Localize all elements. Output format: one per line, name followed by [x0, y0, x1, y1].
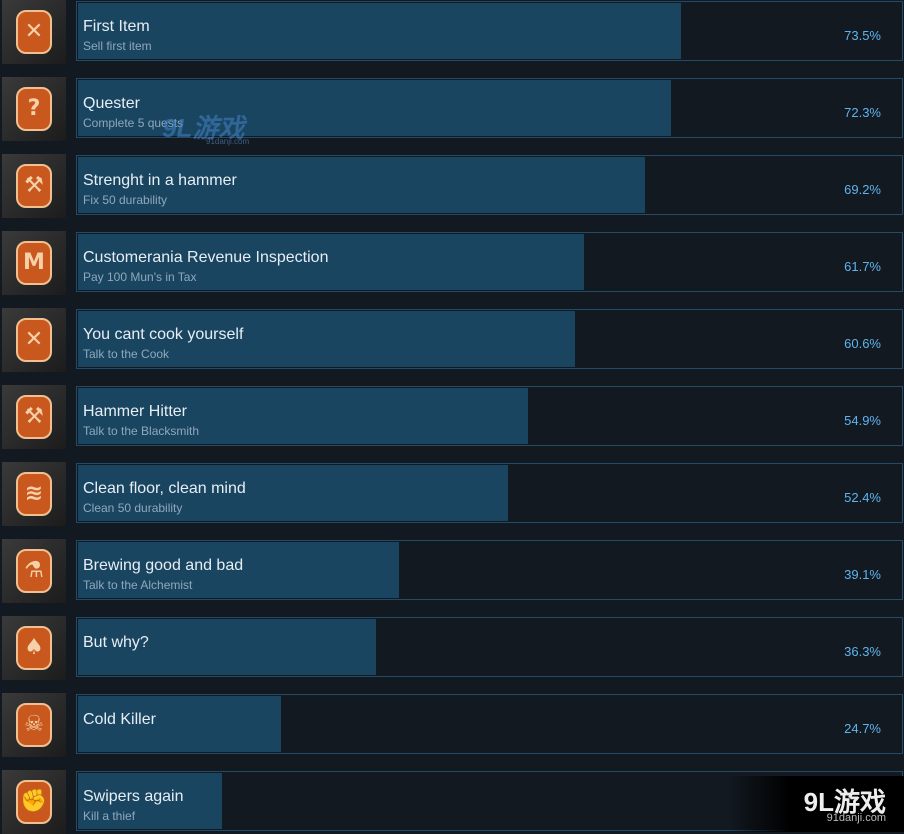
- achievement-row[interactable]: ♠ But why? 36.3%: [0, 616, 904, 680]
- achievement-title: But why?: [83, 634, 149, 651]
- achievement-percent: 24.7%: [844, 721, 881, 736]
- icon-glyph: ✊: [20, 789, 48, 814]
- achievement-row[interactable]: ≋ Clean floor, clean mind Clean 50 durab…: [0, 462, 904, 526]
- icon-glyph: ⚗: [24, 558, 44, 583]
- icon-glyph: ≋: [24, 481, 44, 506]
- achievement-title: Swipers again: [83, 788, 184, 805]
- flask-icon: ⚗: [2, 539, 66, 603]
- achievement-percent: 69.2%: [844, 182, 881, 197]
- achievement-title: First Item: [83, 18, 150, 35]
- achievement-title: Brewing good and bad: [83, 557, 244, 574]
- achievement-description: Sell first item: [83, 39, 152, 53]
- achievement-row[interactable]: ⚗ Brewing good and bad Talk to the Alche…: [0, 539, 904, 603]
- achievement-box: Customerania Revenue Inspection Pay 100 …: [76, 232, 903, 292]
- achievement-row[interactable]: ✕ First Item Sell first item 73.5%: [0, 0, 904, 64]
- achievement-description: Pay 100 Mun's in Tax: [83, 270, 197, 284]
- achievement-title: Strenght in a hammer: [83, 172, 237, 189]
- quest-scroll-icon: ?: [2, 77, 66, 141]
- achievement-title: Quester: [83, 95, 140, 112]
- achievement-percent: 54.9%: [844, 413, 881, 428]
- achievement-box: Cold Killer 24.7%: [76, 694, 903, 754]
- achievement-description: Clean 50 durability: [83, 501, 183, 515]
- achievement-description: Fix 50 durability: [83, 193, 168, 207]
- icon-glyph: ✕: [24, 19, 44, 44]
- achievement-percent: 39.1%: [844, 567, 881, 582]
- achievement-box: But why? 36.3%: [76, 617, 903, 677]
- achievement-title: Clean floor, clean mind: [83, 480, 246, 497]
- chef-hat-icon: ✕: [2, 308, 66, 372]
- achievement-title: Hammer Hitter: [83, 403, 188, 420]
- achievement-percent: 60.6%: [844, 336, 881, 351]
- achievement-title: Cold Killer: [83, 711, 156, 728]
- achievement-description: Talk to the Blacksmith: [83, 424, 200, 438]
- watermark-corner-url: 91danji.com: [826, 812, 886, 824]
- hammer-icon: ⚒: [2, 154, 66, 218]
- icon-glyph: M: [23, 250, 45, 275]
- achievement-percent: 61.7%: [844, 259, 881, 274]
- achievement-row[interactable]: ⚒ Strenght in a hammer Fix 50 durability…: [0, 154, 904, 218]
- icon-glyph: ⚒: [24, 173, 44, 198]
- achievement-row[interactable]: ⚒ Hammer Hitter Talk to the Blacksmith 5…: [0, 385, 904, 449]
- watermark-corner: 9L游戏 91danji.com: [728, 776, 904, 832]
- anvil-icon: ⚒: [2, 385, 66, 449]
- burning-tree-icon: ♠: [2, 616, 66, 680]
- achievement-box: Clean floor, clean mind Clean 50 durabil…: [76, 463, 903, 523]
- watermark-url: 91danji.com: [206, 137, 250, 146]
- icon-glyph: ?: [27, 96, 41, 121]
- achievement-description: Talk to the Alchemist: [83, 578, 193, 592]
- broom-icon: ≋: [2, 462, 66, 526]
- potion-bottle-icon: ✕: [2, 0, 66, 64]
- fallen-body-icon: ☠: [2, 693, 66, 757]
- achievement-title: Customerania Revenue Inspection: [83, 249, 329, 266]
- achievement-title: You cant cook yourself: [83, 326, 244, 343]
- icon-glyph: ♠: [24, 635, 44, 660]
- icon-glyph: ✕: [24, 327, 44, 352]
- achievement-box: Brewing good and bad Talk to the Alchemi…: [76, 540, 903, 600]
- progress-bar: [78, 3, 681, 59]
- icon-glyph: ☠: [24, 712, 44, 737]
- achievement-box: Hammer Hitter Talk to the Blacksmith 54.…: [76, 386, 903, 446]
- achievement-row[interactable]: M Customerania Revenue Inspection Pay 10…: [0, 231, 904, 295]
- achievement-percent: 52.4%: [844, 490, 881, 505]
- achievement-row[interactable]: ✕ You cant cook yourself Talk to the Coo…: [0, 308, 904, 372]
- achievement-description: Kill a thief: [83, 809, 136, 823]
- achievement-box: First Item Sell first item 73.5%: [76, 1, 903, 61]
- achievement-box: Strenght in a hammer Fix 50 durability 6…: [76, 155, 903, 215]
- achievement-percent: 72.3%: [844, 105, 881, 120]
- icon-glyph: ⚒: [24, 404, 44, 429]
- achievement-percent: 73.5%: [844, 28, 881, 43]
- achievement-row[interactable]: ☠ Cold Killer 24.7%: [0, 693, 904, 757]
- achievement-box: You cant cook yourself Talk to the Cook …: [76, 309, 903, 369]
- achievement-row[interactable]: ? Quester Complete 5 quests 72.3%: [0, 77, 904, 141]
- money-bag-icon: M: [2, 231, 66, 295]
- achievement-description: Talk to the Cook: [83, 347, 170, 361]
- fist-flames-icon: ✊: [2, 770, 66, 834]
- achievement-percent: 36.3%: [844, 644, 881, 659]
